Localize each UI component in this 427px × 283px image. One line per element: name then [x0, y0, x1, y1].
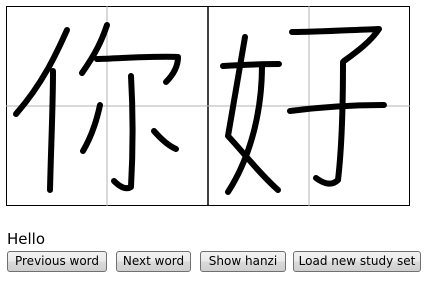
hanzi-drawing-area[interactable]: [6, 6, 410, 206]
hanzi-canvas[interactable]: [6, 6, 410, 206]
load-new-study-set-button[interactable]: Load new study set: [293, 251, 421, 272]
previous-word-button[interactable]: Previous word: [7, 251, 107, 272]
next-word-button[interactable]: Next word: [116, 251, 191, 272]
show-hanzi-button[interactable]: Show hanzi: [200, 251, 286, 272]
word-translation: Hello: [7, 230, 46, 248]
